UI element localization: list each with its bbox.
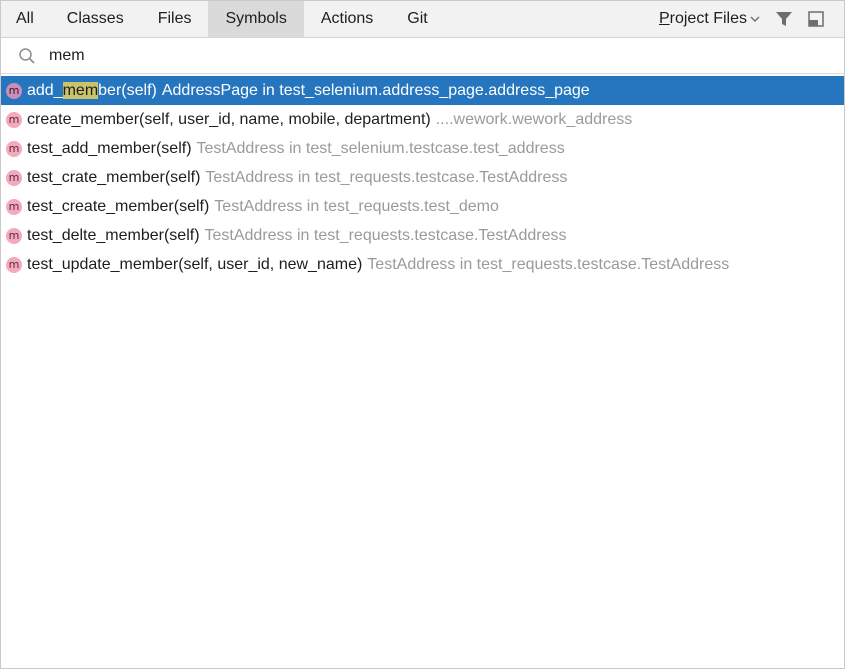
search-input[interactable] xyxy=(49,46,749,65)
symbol-location: AddressPage in test_selenium.address_pag… xyxy=(161,81,590,99)
symbol-location: TestAddress in test_requests.testcase.Te… xyxy=(204,226,567,244)
tab-bar: All Classes Files Symbols Actions Git Pr… xyxy=(1,1,844,38)
result-row[interactable]: m add_member(self) AddressPage in test_sel… xyxy=(1,76,844,105)
tab-bar-tools: Project Files xyxy=(659,1,844,37)
symbol-name: test_delte_member(self) xyxy=(27,226,200,244)
search-icon xyxy=(17,46,37,66)
symbol-name: test_add_member(self) xyxy=(27,139,192,157)
symbol-name: add_member(self) xyxy=(27,81,157,99)
result-row[interactable]: m test_delte_member(self) TestAddress in t… xyxy=(1,221,844,250)
symbol-location: ....wework.wework_address xyxy=(435,110,633,128)
symbol-location: TestAddress in test_requests.testcase.Te… xyxy=(205,168,568,186)
method-icon: m xyxy=(6,227,22,244)
tab-symbols[interactable]: Symbols xyxy=(208,1,304,37)
open-in-window-icon[interactable] xyxy=(806,9,826,29)
result-row[interactable]: m test_create_member(self) TestAddress in … xyxy=(1,192,844,221)
result-row[interactable]: m test_crate_member(self) TestAddress in t… xyxy=(1,163,844,192)
symbol-name: test_crate_member(self) xyxy=(27,168,201,186)
search-everywhere-popup: All Classes Files Symbols Actions Git Pr… xyxy=(0,0,845,669)
chevron-down-icon xyxy=(750,16,760,22)
tab-classes[interactable]: Classes xyxy=(50,1,141,37)
match-highlight: mem xyxy=(62,81,99,99)
scope-label: Project Files xyxy=(658,10,747,27)
search-row xyxy=(1,38,844,74)
symbol-location: TestAddress in test_requests.test_demo xyxy=(214,197,499,215)
result-row[interactable]: m create_member(self, user_id, name, mobi… xyxy=(1,105,844,134)
method-icon: m xyxy=(6,82,22,99)
tab-actions[interactable]: Actions xyxy=(304,1,390,37)
method-icon: m xyxy=(6,111,22,128)
method-icon: m xyxy=(6,198,22,215)
symbol-location: TestAddress in test_requests.testcase.Te… xyxy=(367,255,730,273)
funnel-icon[interactable] xyxy=(774,9,794,29)
results-list: m add_member(self) AddressPage in test_sel… xyxy=(1,74,844,279)
tab-git[interactable]: Git xyxy=(390,1,444,37)
result-row[interactable]: m test_add_member(self) TestAddress in tes… xyxy=(1,134,844,163)
tab-files[interactable]: Files xyxy=(141,1,209,37)
result-row[interactable]: m test_update_member(self, user_id, new_n… xyxy=(1,250,844,279)
symbol-name: test_update_member(self, user_id, new_na… xyxy=(27,255,363,273)
tab-all[interactable]: All xyxy=(1,1,50,37)
method-icon: m xyxy=(6,140,22,157)
symbol-name: test_create_member(self) xyxy=(27,197,210,215)
method-icon: m xyxy=(6,169,22,186)
symbol-name: create_member(self, user_id, name, mobil… xyxy=(27,110,431,128)
symbol-location: TestAddress in test_selenium.testcase.te… xyxy=(196,139,565,157)
method-icon: m xyxy=(6,256,22,273)
scope-dropdown[interactable]: Project Files xyxy=(659,10,760,28)
